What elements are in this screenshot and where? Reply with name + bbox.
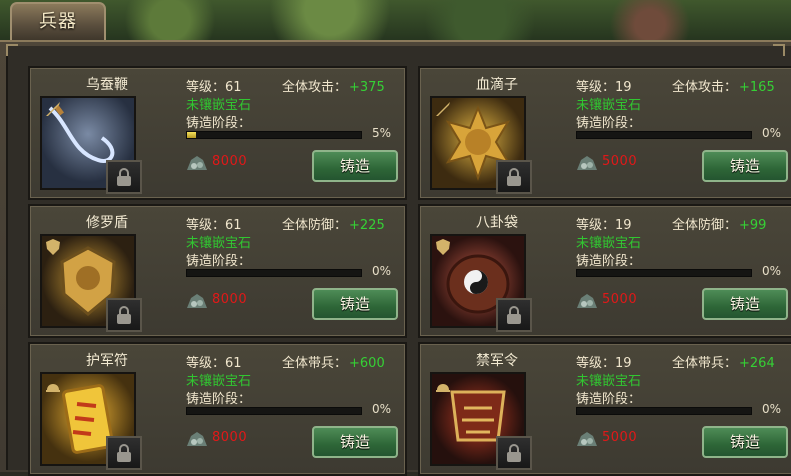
sword-icon [44, 100, 62, 118]
item-name: 乌蚕鞭 [86, 77, 128, 93]
item-name: 八卦袋 [476, 215, 518, 231]
forge-progress-bar [576, 407, 752, 415]
lock-icon[interactable] [106, 436, 142, 470]
weapon-card-4: 八卦袋 等级：19 全体防御： +99 未镶嵌宝石 铸造阶段： 0% 5000 铸… [418, 204, 791, 338]
item-name: 护军符 [86, 353, 128, 369]
forge-stage-label: 铸造阶段： [186, 392, 252, 407]
ore-icon [185, 290, 209, 312]
forge-progress-text: 0% [761, 264, 781, 278]
lock-icon[interactable] [106, 160, 142, 194]
shield-icon [434, 238, 452, 256]
item-name: 修罗盾 [86, 215, 128, 231]
helmet-icon [44, 376, 62, 394]
ore-icon [575, 428, 599, 450]
item-level: 等级：19 [576, 356, 632, 371]
forge-progress-text: 0% [761, 402, 781, 416]
ore-icon [575, 290, 599, 312]
forge-cost: 5000 [602, 154, 638, 169]
forge-button[interactable]: 铸造 [702, 150, 788, 182]
forge-stage-label: 铸造阶段： [576, 392, 642, 407]
forge-progress-bar [186, 269, 362, 277]
forge-button[interactable]: 铸造 [312, 288, 398, 320]
forge-button[interactable]: 铸造 [702, 288, 788, 320]
item-level: 等级：19 [576, 80, 632, 95]
forge-progress-text: 5% [371, 126, 391, 140]
weapon-card-6: 禁军令 等级：19 全体带兵： +264 未镶嵌宝石 铸造阶段： 0% 5000 … [418, 342, 791, 476]
weapon-card-5: 护军符 等级：61 全体带兵： +600 未镶嵌宝石 铸造阶段： 0% 8000 … [28, 342, 407, 476]
ore-icon [575, 152, 599, 174]
gem-status: 未镶嵌宝石 [576, 374, 642, 389]
gem-status: 未镶嵌宝石 [576, 98, 642, 113]
frame-corner [6, 44, 18, 56]
ore-icon [185, 152, 209, 174]
gem-status: 未镶嵌宝石 [186, 374, 252, 389]
lock-icon[interactable] [496, 160, 532, 194]
forge-cost: 8000 [212, 154, 248, 169]
weapon-card-3: 修罗盾 等级：61 全体防御： +225 未镶嵌宝石 铸造阶段： 0% 8000 … [28, 204, 407, 338]
item-level: 等级：19 [576, 218, 632, 233]
forge-progress-bar [576, 131, 752, 139]
gem-status: 未镶嵌宝石 [576, 236, 642, 251]
ore-icon [185, 428, 209, 450]
forge-progress-text: 0% [371, 264, 391, 278]
gem-status: 未镶嵌宝石 [186, 236, 252, 251]
weapon-card-2: 血滴子 等级：19 全体攻击： +165 未镶嵌宝石 铸造阶段： 0% 5000 … [418, 66, 791, 200]
lock-icon[interactable] [496, 436, 532, 470]
item-stat: 全体带兵： +264 [672, 356, 775, 371]
forge-progress-bar [186, 407, 362, 415]
item-stat: 全体带兵： +600 [282, 356, 385, 371]
forge-button[interactable]: 铸造 [312, 150, 398, 182]
forge-stage-label: 铸造阶段： [186, 254, 252, 269]
forge-progress-bar [186, 131, 362, 139]
shield-icon [44, 238, 62, 256]
item-stat: 全体攻击： +165 [672, 80, 775, 95]
sword-icon [434, 100, 452, 118]
item-level: 等级：61 [186, 80, 242, 95]
item-stat: 全体防御： +225 [282, 218, 385, 233]
forge-progress-bar [576, 269, 752, 277]
forge-cost: 5000 [602, 430, 638, 445]
forge-stage-label: 铸造阶段： [576, 254, 642, 269]
forge-progress-text: 0% [371, 402, 391, 416]
lock-icon[interactable] [106, 298, 142, 332]
frame-corner [773, 44, 785, 56]
gem-status: 未镶嵌宝石 [186, 98, 252, 113]
forge-button[interactable]: 铸造 [702, 426, 788, 458]
item-stat: 全体攻击： +375 [282, 80, 385, 95]
item-name: 血滴子 [476, 77, 518, 93]
forge-button[interactable]: 铸造 [312, 426, 398, 458]
forge-stage-label: 铸造阶段： [576, 116, 642, 131]
helmet-icon [434, 376, 452, 394]
forge-progress-text: 0% [761, 126, 781, 140]
item-level: 等级：61 [186, 218, 242, 233]
forge-stage-label: 铸造阶段： [186, 116, 252, 131]
item-stat: 全体防御： +99 [672, 218, 767, 233]
forge-cost: 8000 [212, 430, 248, 445]
item-name: 禁军令 [476, 353, 518, 369]
forge-cost: 5000 [602, 292, 638, 307]
item-level: 等级：61 [186, 356, 242, 371]
weapon-card-1: 乌蚕鞭 等级：61 全体攻击： +375 未镶嵌宝石 铸造阶段： 5% 8000 … [28, 66, 407, 200]
lock-icon[interactable] [496, 298, 532, 332]
forge-cost: 8000 [212, 292, 248, 307]
tab-weapons[interactable]: 兵器 [10, 2, 106, 42]
